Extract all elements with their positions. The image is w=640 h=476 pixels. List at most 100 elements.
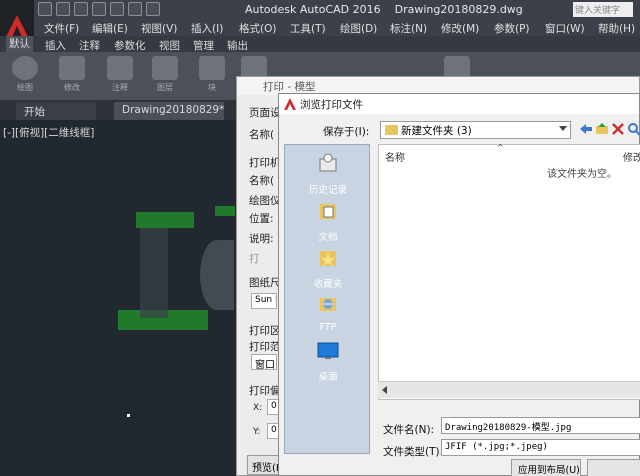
horizontal-scrollbar[interactable] [378,381,640,398]
desktop-icon [317,342,339,359]
search-input[interactable]: 键入关键字 [573,2,633,17]
place-history-label: 历史记录 [308,185,347,196]
plot-range-select[interactable]: 窗口 [251,354,277,370]
undo-icon[interactable] [128,2,142,16]
page-setup-label: 页面设 [249,107,281,119]
layers-label: 图层 [157,83,173,92]
browse-dialog-titlebar: 浏览打印文件 [279,94,639,114]
menu-dimension[interactable]: 标注(N) [390,21,427,36]
empty-folder-message: 该文件夹为空。 [547,169,617,180]
modify-panel-button[interactable]: 修改 [55,56,89,94]
autocad-window: Autodesk AutoCAD 2016 Drawing20180829.dw… [0,0,640,476]
print-icon[interactable] [110,2,124,16]
dialog-action-button[interactable] [587,459,640,476]
drawing-entity [200,240,234,310]
save-in-label: 保存于(I): [323,126,370,138]
draw-icon [12,56,38,80]
menu-view[interactable]: 视图(V) [141,21,177,36]
tab-drawing[interactable]: Drawing20180829* [114,102,224,120]
place-ftp[interactable]: FTP [285,293,371,333]
up-folder-icon[interactable] [595,122,609,136]
folder-icon [385,125,398,135]
place-desktop-label: 桌面 [318,372,338,383]
documents-folder-icon [320,204,336,219]
plotter-label: 绘图仪 [249,195,281,207]
save-in-select[interactable]: 新建文件夹 (3) [380,121,571,139]
draw-label: 绘图 [17,83,33,92]
column-modified-header[interactable]: 修改 [623,149,640,164]
draw-panel-button[interactable]: 绘图 [8,56,42,94]
place-desktop[interactable]: 桌面 [285,340,371,383]
menu-edit[interactable]: 编辑(E) [92,21,128,36]
tab-parametric[interactable]: 参数化 [114,38,146,53]
modify-label: 修改 [64,83,80,92]
save-icon[interactable] [74,2,88,16]
block-panel-button[interactable]: 块 [195,56,229,94]
new-file-icon[interactable] [38,2,52,16]
viewport-label[interactable]: [-][俯视][二维线框] [3,125,94,140]
window-title: Autodesk AutoCAD 2016 Drawing20180829.dw… [245,3,523,16]
place-ftp-label: FTP [319,322,337,333]
place-documents[interactable]: 文档 [285,200,371,243]
tab-insert[interactable]: 插入 [45,38,66,53]
back-arrow-icon[interactable] [579,122,593,136]
place-favorites[interactable]: 收藏夹 [285,247,371,290]
browse-print-file-dialog: 浏览打印文件 保存于(I): 新建文件夹 (3) 历史记录 文档 收藏夹 FTP… [278,93,640,476]
block-icon [199,56,225,80]
save-in-value: 新建文件夹 (3) [401,125,472,137]
delete-icon[interactable] [611,122,625,136]
tab-manage[interactable]: 管理 [193,38,214,53]
menu-modify[interactable]: 修改(M) [441,21,479,36]
redo-icon[interactable] [146,2,160,16]
menu-help[interactable]: 帮助(H) [598,21,635,36]
file-name-input[interactable]: Drawing20180829-模型.jpg [441,417,640,434]
scroll-left-icon[interactable] [382,386,387,394]
annotation-panel-button[interactable]: 注释 [103,56,137,94]
open-file-icon[interactable] [56,2,70,16]
app-title: Autodesk AutoCAD 2016 [245,3,381,16]
column-name-header[interactable]: 名称 [385,149,405,164]
tab-start[interactable]: 开始 [16,102,96,120]
apply-to-layout-button[interactable]: 应用到布局(U) [511,459,581,476]
modify-icon [59,56,85,80]
menu-draw[interactable]: 绘图(D) [340,21,377,36]
menu-insert[interactable]: 插入(I) [191,21,223,36]
place-documents-label: 文档 [318,232,338,243]
save-as-icon[interactable] [92,2,106,16]
menu-window[interactable]: 窗口(W) [545,21,585,36]
place-history[interactable]: 历史记录 [285,153,371,196]
ftp-icon [320,298,336,311]
drawing-entity [140,228,168,318]
file-name-title: Drawing20180829.dwg [394,3,523,16]
menu-parametric[interactable]: 参数(P) [494,21,530,36]
page-setup-name-label: 名称( [249,129,275,141]
sort-indicator-icon: ^ [497,143,504,152]
tab-output[interactable]: 输出 [227,38,248,53]
tab-default[interactable]: 默认 [6,36,33,52]
favorites-folder-icon [320,251,336,266]
file-type-select[interactable]: JFIF (*.jpg;*.jpeg) [441,439,640,456]
quick-access-toolbar [38,2,160,16]
annotation-label: 注释 [112,83,128,92]
paper-size-select[interactable]: Sun I [251,293,277,309]
tab-annotate[interactable]: 注释 [79,38,100,53]
print-to-file-checkbox[interactable]: 打 [249,251,260,266]
drawing-entity [136,212,194,228]
printer-label: 打印机 [249,157,281,169]
drawing-entity [215,206,235,216]
plot-area-label: 打印区 [249,325,281,337]
menu-tools[interactable]: 工具(T) [290,21,326,36]
place-favorites-label: 收藏夹 [313,279,343,290]
layers-panel-button[interactable]: 图层 [148,56,182,94]
plot-range-label: 打印范 [249,341,281,353]
menu-format[interactable]: 格式(O) [239,21,276,36]
tab-view[interactable]: 视图 [159,38,180,53]
menu-file[interactable]: 文件(F) [44,21,79,36]
search-icon[interactable] [627,122,640,136]
history-icon [319,153,337,172]
file-list[interactable]: 名称 ^ 修改 该文件夹为空。 [378,143,640,400]
dialog-toolbar [579,122,640,136]
cursor-point [127,414,130,417]
ribbon-tabs: 默认 插入 注释 参数化 视图 管理 输出 [0,36,640,52]
layers-icon [152,56,178,80]
